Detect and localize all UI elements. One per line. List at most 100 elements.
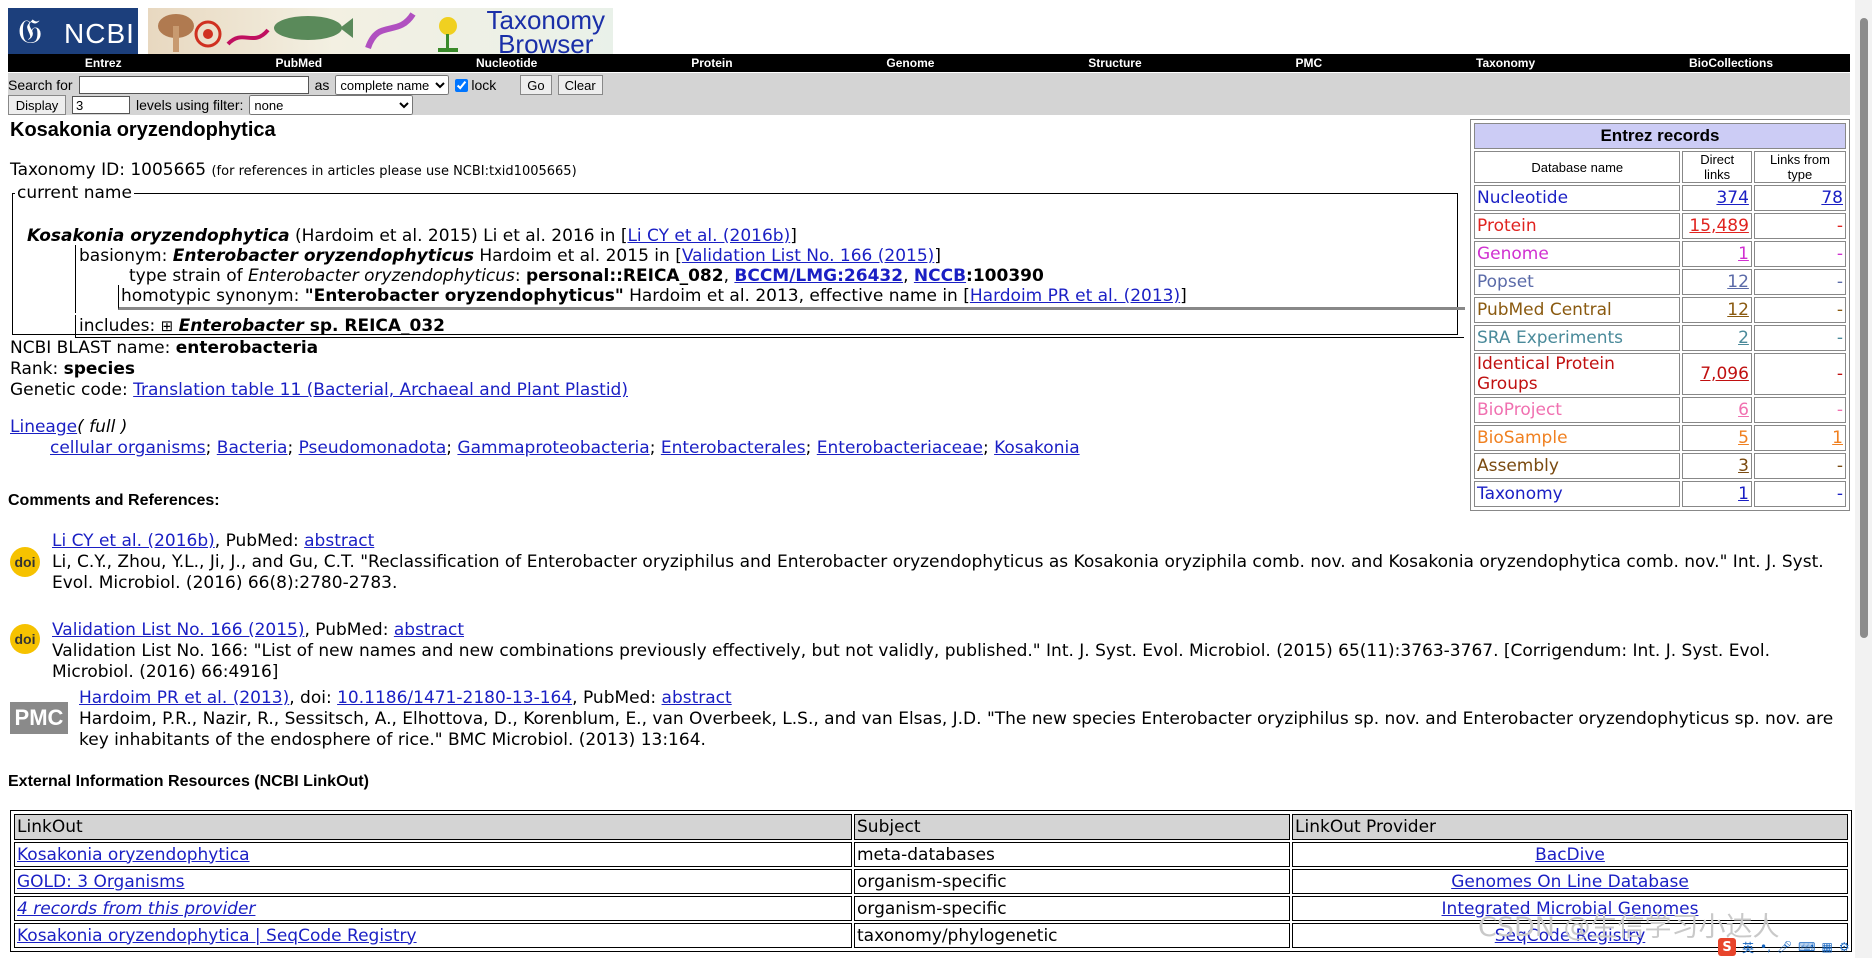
clear-button[interactable]: Clear xyxy=(557,75,603,95)
strain-nccb-link[interactable]: NCCB xyxy=(914,266,966,286)
entrez-direct-link[interactable]: 374 xyxy=(1716,188,1748,208)
keyboard-icon[interactable]: ⌨ xyxy=(1798,940,1815,954)
search-input[interactable] xyxy=(78,76,309,94)
vertical-scrollbar[interactable] xyxy=(1855,0,1872,958)
entrez-from-value[interactable]: 78 xyxy=(1821,188,1843,208)
entrez-db-link[interactable]: Genome xyxy=(1477,244,1549,264)
lineage-item[interactable]: Enterobacteriaceae xyxy=(817,438,983,458)
doi-icon[interactable]: doi xyxy=(10,624,40,654)
entrez-db-name[interactable]: Popset xyxy=(1474,269,1681,295)
entrez-db-name[interactable]: Taxonomy xyxy=(1474,481,1681,507)
taxonomy-banner[interactable]: Taxonomy Browser xyxy=(148,8,613,54)
entrez-from-value[interactable]: 1 xyxy=(1832,428,1843,448)
abstract-link[interactable]: abstract xyxy=(304,531,374,551)
entrez-direct-link[interactable]: 1 xyxy=(1738,244,1749,264)
entrez-from-cell: - xyxy=(1753,325,1846,351)
entrez-direct-link[interactable]: 3 xyxy=(1738,456,1749,476)
pmc-icon[interactable]: PMC xyxy=(10,702,68,734)
nav-structure[interactable]: Structure xyxy=(1088,56,1141,70)
entrez-db-name[interactable]: Assembly xyxy=(1474,453,1681,479)
entrez-db-link[interactable]: Assembly xyxy=(1477,456,1559,476)
nav-pubmed[interactable]: PubMed xyxy=(275,56,322,70)
entrez-db-link[interactable]: BioSample xyxy=(1477,428,1568,448)
expand-icon[interactable]: ⊞ xyxy=(161,317,174,335)
scrollbar-thumb[interactable] xyxy=(1860,18,1868,638)
nav-genome[interactable]: Genome xyxy=(886,56,934,70)
provider-link[interactable]: BacDive xyxy=(1535,845,1605,865)
entrez-db-name[interactable]: SRA Experiments xyxy=(1474,325,1681,351)
entrez-db-link[interactable]: Nucleotide xyxy=(1477,188,1568,208)
display-button[interactable]: Display xyxy=(8,95,66,115)
abstract-link[interactable]: abstract xyxy=(394,620,464,640)
entrez-db-link[interactable]: Popset xyxy=(1477,272,1534,292)
reference-link[interactable]: Hardoim PR et al. (2013) xyxy=(79,688,289,708)
ime-language[interactable]: 英 xyxy=(1742,939,1754,956)
page-title: Kosakonia oryzendophytica xyxy=(10,119,276,141)
entrez-direct-link[interactable]: 1 xyxy=(1738,484,1749,504)
entrez-db-name[interactable]: PubMed Central xyxy=(1474,297,1681,323)
skin-icon[interactable]: ▦ xyxy=(1821,940,1832,954)
entrez-db-link[interactable]: Identical Protein Groups xyxy=(1477,354,1615,394)
doi-icon[interactable]: doi xyxy=(10,547,40,577)
microphone-icon[interactable]: 🎤︎ xyxy=(1777,940,1792,954)
lineage-item[interactable]: Pseudomonadota xyxy=(299,438,447,458)
entrez-db-link[interactable]: Taxonomy xyxy=(1477,484,1563,504)
entrez-direct-link[interactable]: 15,489 xyxy=(1689,216,1748,236)
entrez-db-link[interactable]: SRA Experiments xyxy=(1477,328,1623,348)
lineage-item[interactable]: cellular organisms xyxy=(50,438,206,458)
name-type-select[interactable]: complete name xyxy=(335,75,450,95)
strain-bccm-link[interactable]: BCCM/LMG:26432 xyxy=(734,266,903,286)
sogou-icon[interactable]: S xyxy=(1718,938,1736,956)
basionym-ref-link[interactable]: Validation List No. 166 (2015) xyxy=(682,246,934,266)
entrez-db-name[interactable]: Identical Protein Groups xyxy=(1474,353,1681,395)
abstract-link[interactable]: abstract xyxy=(662,688,732,708)
entrez-db-name[interactable]: Genome xyxy=(1474,241,1681,267)
go-button[interactable]: Go xyxy=(520,75,552,95)
linkout-link[interactable]: Kosakonia oryzendophytica xyxy=(17,845,250,865)
nav-protein[interactable]: Protein xyxy=(691,56,732,70)
entrez-direct-link[interactable]: 5 xyxy=(1738,428,1749,448)
ncbi-logo[interactable]: 𝔊 NCBI xyxy=(8,8,138,54)
entrez-direct-cell: 5 xyxy=(1682,425,1752,451)
entrez-direct-link[interactable]: 12 xyxy=(1727,272,1749,292)
reference-link[interactable]: Li CY et al. (2016b) xyxy=(52,531,215,551)
punctuation-icon[interactable]: •, xyxy=(1760,940,1771,954)
entrez-db-name[interactable]: BioProject xyxy=(1474,397,1681,423)
entrez-direct-link[interactable]: 7,096 xyxy=(1700,364,1749,384)
entrez-db-name[interactable]: BioSample xyxy=(1474,425,1681,451)
settings-icon[interactable]: ⚙ xyxy=(1839,940,1850,954)
entrez-direct-link[interactable]: 12 xyxy=(1727,300,1749,320)
nav-biocollections[interactable]: BioCollections xyxy=(1689,56,1773,70)
entrez-db-name[interactable]: Nucleotide xyxy=(1474,185,1681,211)
filter-select[interactable]: none xyxy=(249,95,414,115)
entrez-direct-link[interactable]: 6 xyxy=(1738,400,1749,420)
entrez-direct-link[interactable]: 2 xyxy=(1738,328,1749,348)
lineage-full-toggle[interactable]: ( full ) xyxy=(77,417,127,437)
levels-input[interactable] xyxy=(72,96,130,114)
nav-pmc[interactable]: PMC xyxy=(1295,56,1322,70)
nav-entrez[interactable]: Entrez xyxy=(85,56,122,70)
linkout-link[interactable]: 4 records from this provider xyxy=(17,899,255,919)
linkout-link[interactable]: GOLD: 3 Organisms xyxy=(17,872,185,892)
homotypic-line: homotypic synonym: "Enterobacter oryzend… xyxy=(121,286,1187,306)
entrez-db-link[interactable]: PubMed Central xyxy=(1477,300,1612,320)
entrez-records-title: Entrez records xyxy=(1474,123,1846,149)
reference-link[interactable]: Validation List No. 166 (2015) xyxy=(52,620,304,640)
provider-link[interactable]: Genomes On Line Database xyxy=(1451,872,1689,892)
lineage-item[interactable]: Kosakonia xyxy=(994,438,1080,458)
entrez-db-link[interactable]: BioProject xyxy=(1477,400,1562,420)
entrez-db-name[interactable]: Protein xyxy=(1474,213,1681,239)
nav-nucleotide[interactable]: Nucleotide xyxy=(476,56,537,70)
lock-checkbox[interactable] xyxy=(455,78,469,92)
nav-taxonomy[interactable]: Taxonomy xyxy=(1476,56,1535,70)
lineage-item[interactable]: Bacteria xyxy=(217,438,288,458)
homotypic-ref-link[interactable]: Hardoim PR et al. (2013) xyxy=(970,286,1180,306)
lineage-item[interactable]: Enterobacterales xyxy=(661,438,806,458)
genetic-code-link[interactable]: Translation table 11 (Bacterial, Archaea… xyxy=(133,380,628,400)
entrez-db-link[interactable]: Protein xyxy=(1477,216,1537,236)
linkout-link[interactable]: Kosakonia oryzendophytica | SeqCode Regi… xyxy=(17,926,417,946)
doi-link[interactable]: 10.1186/1471-2180-13-164 xyxy=(337,688,572,708)
lineage-item[interactable]: Gammaproteobacteria xyxy=(457,438,649,458)
current-ref-link[interactable]: Li CY et al. (2016b) xyxy=(627,226,790,246)
lineage-link[interactable]: Lineage xyxy=(10,417,77,437)
